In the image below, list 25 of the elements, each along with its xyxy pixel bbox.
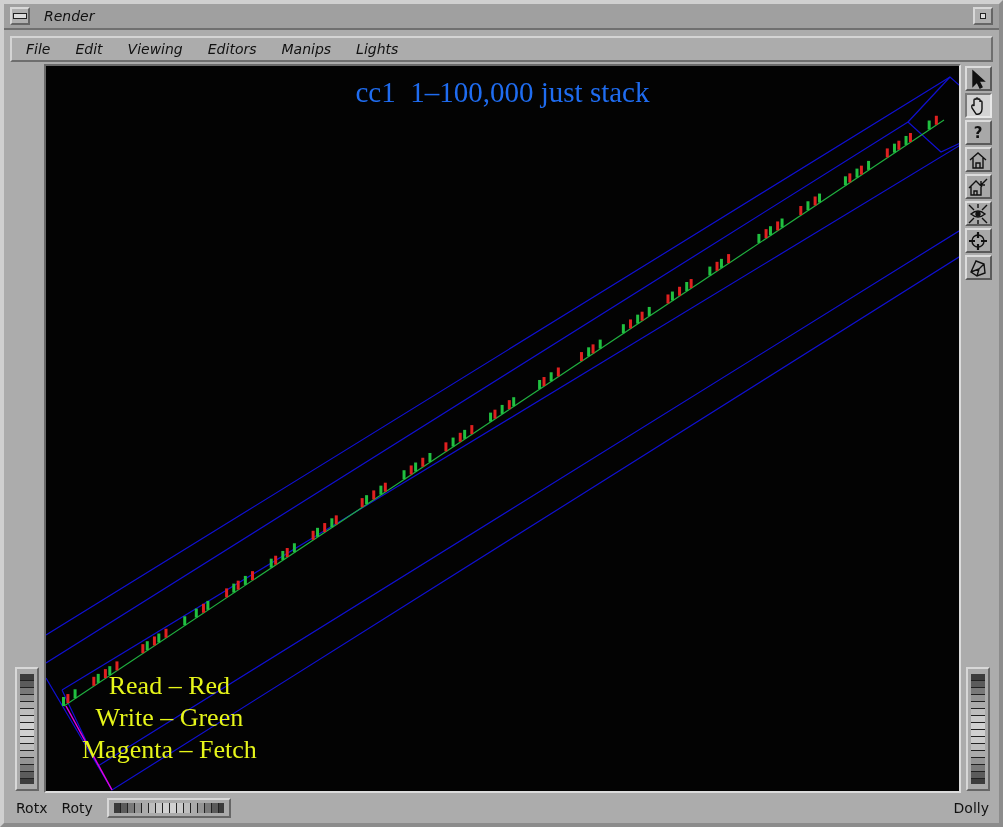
wheel-label: Rotx <box>16 800 48 816</box>
wireframe-camera-icon <box>968 257 988 278</box>
bar-icon <box>13 13 27 19</box>
viewer-tool-button[interactable] <box>964 93 992 118</box>
dolly-thumbwheel[interactable] <box>966 667 990 791</box>
window-menu-button[interactable] <box>10 7 30 25</box>
wheel-label: Dolly <box>953 800 989 816</box>
wheel-label: Roty <box>61 800 93 816</box>
window-title: Render <box>44 8 96 24</box>
rotx-thumbwheel[interactable] <box>15 667 39 791</box>
menu-item[interactable]: File <box>26 41 51 57</box>
menu-item[interactable]: Edit <box>75 41 103 57</box>
menu-item[interactable]: Editors <box>207 41 257 57</box>
crosshair-icon <box>968 230 988 251</box>
minimize-button[interactable] <box>973 7 993 25</box>
eye-rays-icon <box>968 203 988 224</box>
menu-item[interactable]: Manips <box>281 41 332 57</box>
house-icon <box>968 149 988 170</box>
menu-item[interactable]: Viewing <box>127 41 183 57</box>
viewer-tool-button[interactable]: ? <box>964 120 992 145</box>
house-arrow-icon <box>968 176 988 197</box>
roty-thumbwheel[interactable] <box>106 798 231 818</box>
scene-title: cc1 1–100,000 just stack <box>355 76 650 108</box>
legend-text: Read – Red <box>108 670 230 702</box>
menu-item[interactable]: Lights <box>356 41 399 57</box>
